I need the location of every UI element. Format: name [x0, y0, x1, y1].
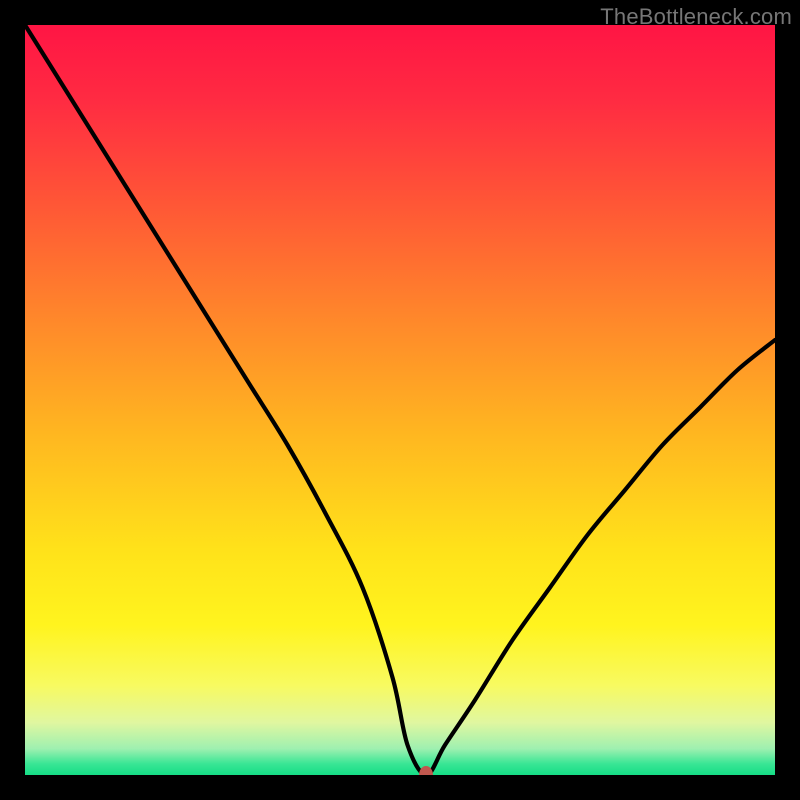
bottleneck-curve — [25, 25, 775, 775]
plot-area — [25, 25, 775, 775]
chart-frame: TheBottleneck.com — [0, 0, 800, 800]
watermark-text: TheBottleneck.com — [600, 4, 792, 30]
